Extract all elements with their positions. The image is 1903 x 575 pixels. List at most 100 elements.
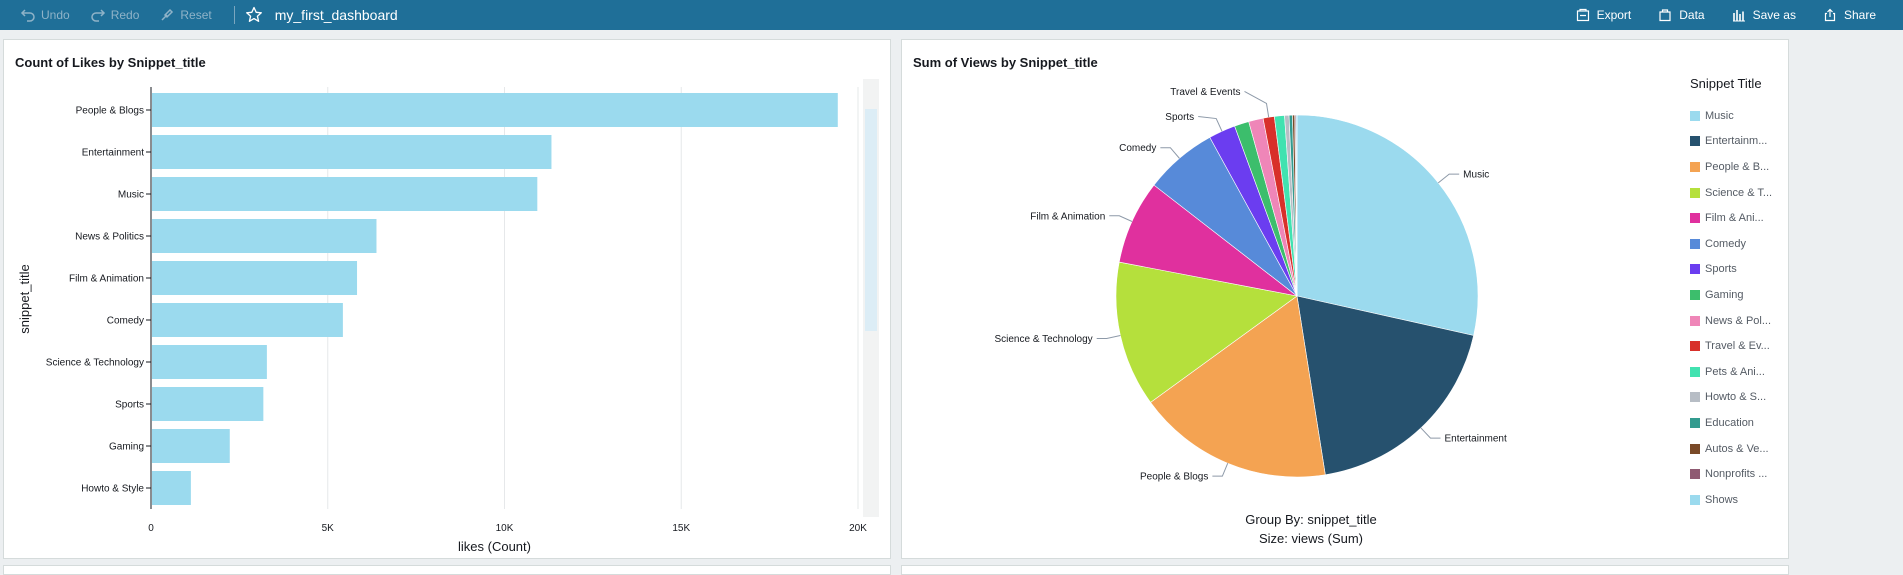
legend-label: News & Pol...: [1705, 314, 1772, 327]
legend-swatch: [1690, 469, 1700, 480]
legend-label: Film & Ani...: [1705, 212, 1764, 225]
x-tick-label: 0: [148, 523, 154, 534]
legend-swatch: [1690, 315, 1700, 326]
next-visual-right: [901, 565, 1789, 575]
legend-swatch: [1690, 187, 1700, 198]
bar[interactable]: [152, 471, 191, 505]
category-label: Gaming: [109, 442, 144, 453]
category-label: Sports: [115, 400, 144, 411]
dashboard-title[interactable]: my_first_dashboard: [275, 7, 398, 23]
redo-button[interactable]: Redo: [90, 7, 139, 23]
bar-chart: 0 5K 10K 15K 20K People & Blogs Entertainment M…: [17, 79, 879, 554]
legend-swatch: [1690, 366, 1700, 377]
legend-item[interactable]: Shows: [1690, 487, 1790, 513]
save-as-button[interactable]: Save as: [1732, 8, 1796, 22]
legend-item[interactable]: Howto & S...: [1690, 385, 1790, 411]
legend-label: Howto & S...: [1705, 391, 1767, 404]
favorite-star-icon[interactable]: [245, 6, 263, 24]
size-by-label: Size: views (Sum): [1258, 531, 1364, 546]
bar[interactable]: [152, 261, 358, 295]
bar[interactable]: [152, 303, 343, 337]
bar[interactable]: [152, 429, 230, 463]
legend-label: Entertainm...: [1705, 135, 1768, 148]
legend-swatch: [1690, 264, 1700, 275]
share-icon: [1824, 8, 1836, 22]
legend-swatch: [1690, 110, 1700, 121]
legend-item[interactable]: Gaming: [1690, 282, 1790, 308]
legend-item[interactable]: News & Pol...: [1690, 308, 1790, 334]
legend-label: Sports: [1705, 263, 1737, 276]
legend-label: Comedy: [1705, 237, 1746, 250]
scrollbar-thumb[interactable]: [865, 109, 877, 331]
share-button[interactable]: Share: [1823, 8, 1876, 22]
pie-chart: Music Entertainment People & Blogs Science …: [994, 87, 1506, 483]
bar[interactable]: [152, 135, 552, 169]
legend-item[interactable]: People & B...: [1690, 154, 1790, 180]
legend-item[interactable]: Nonprofits ...: [1690, 461, 1790, 487]
legend-item[interactable]: Science & T...: [1690, 180, 1790, 206]
legend-swatch: [1690, 494, 1700, 505]
slice-leader-line: [1244, 90, 1270, 118]
redo-icon: [90, 9, 105, 22]
export-icon: [1576, 8, 1589, 22]
legend-swatch: [1690, 238, 1700, 249]
export-button[interactable]: Export: [1576, 8, 1631, 22]
legend-swatch: [1690, 417, 1700, 428]
slice-leader-line: [1212, 463, 1229, 477]
legend-swatch: [1690, 341, 1700, 352]
bar[interactable]: [152, 93, 838, 127]
bar[interactable]: [152, 387, 264, 421]
slice-label: Film & Animation: [1030, 211, 1105, 222]
x-axis-title: likes (Count): [458, 539, 531, 554]
data-icon: [1659, 9, 1671, 22]
x-tick-label: 5K: [322, 523, 335, 534]
category-label: Howto & Style: [81, 484, 144, 495]
data-button[interactable]: Data: [1658, 8, 1705, 22]
legend-item[interactable]: Comedy: [1690, 231, 1790, 257]
save-as-icon: [1732, 10, 1745, 22]
top-toolbar: Undo Redo Reset my_first_dashboard Expor…: [0, 0, 1903, 30]
x-tick-label: 20K: [849, 523, 867, 534]
legend-item[interactable]: Entertainm...: [1690, 129, 1790, 155]
legend-item[interactable]: Autos & Ve...: [1690, 436, 1790, 462]
bar[interactable]: [152, 345, 267, 379]
x-tick-label: 15K: [672, 523, 690, 534]
category-label: People & Blogs: [76, 106, 144, 117]
bar[interactable]: [152, 219, 377, 253]
slice-label: People & Blogs: [1140, 472, 1208, 483]
legend-label: Music: [1705, 109, 1734, 122]
toolbar-divider: [233, 6, 235, 24]
undo-button[interactable]: Undo: [20, 7, 70, 23]
category-label: News & Politics: [75, 232, 144, 243]
legend-item[interactable]: Film & Ani...: [1690, 205, 1790, 231]
y-axis-title: snippet_title: [17, 264, 32, 333]
legend-item[interactable]: Music: [1690, 103, 1790, 129]
category-label: Music: [118, 190, 144, 201]
reset-label: Reset: [180, 8, 212, 22]
category-label: Film & Animation: [69, 274, 144, 285]
legend-label: Education: [1705, 416, 1754, 429]
save-as-label: Save as: [1752, 8, 1796, 22]
slice-leader-line: [1160, 147, 1180, 159]
data-label: Data: [1679, 8, 1705, 22]
slice-label: Music: [1463, 170, 1489, 181]
slice-leader-line: [1420, 427, 1441, 439]
reset-button[interactable]: Reset: [159, 7, 212, 23]
legend-item[interactable]: Education: [1690, 410, 1790, 436]
slice-label: Science & Technology: [994, 334, 1092, 345]
legend-label: Science & T...: [1705, 186, 1773, 199]
undo-icon: [20, 9, 35, 22]
slice-label: Comedy: [1119, 143, 1156, 154]
share-label: Share: [1843, 8, 1876, 22]
bar[interactable]: [152, 177, 538, 211]
category-label: Science & Technology: [46, 358, 144, 369]
slice-label: Travel & Events: [1170, 87, 1240, 98]
legend-item[interactable]: Sports: [1690, 257, 1790, 283]
legend-item[interactable]: Pets & Ani...: [1690, 359, 1790, 385]
legend-swatch: [1690, 161, 1700, 172]
slice-leader-line: [1109, 215, 1133, 222]
pie-legend: Snippet Title Music Entertainm... People &…: [1690, 76, 1790, 513]
legend-label: People & B...: [1705, 160, 1770, 173]
x-tick-label: 10K: [496, 523, 514, 534]
legend-item[interactable]: Travel & Ev...: [1690, 333, 1790, 359]
